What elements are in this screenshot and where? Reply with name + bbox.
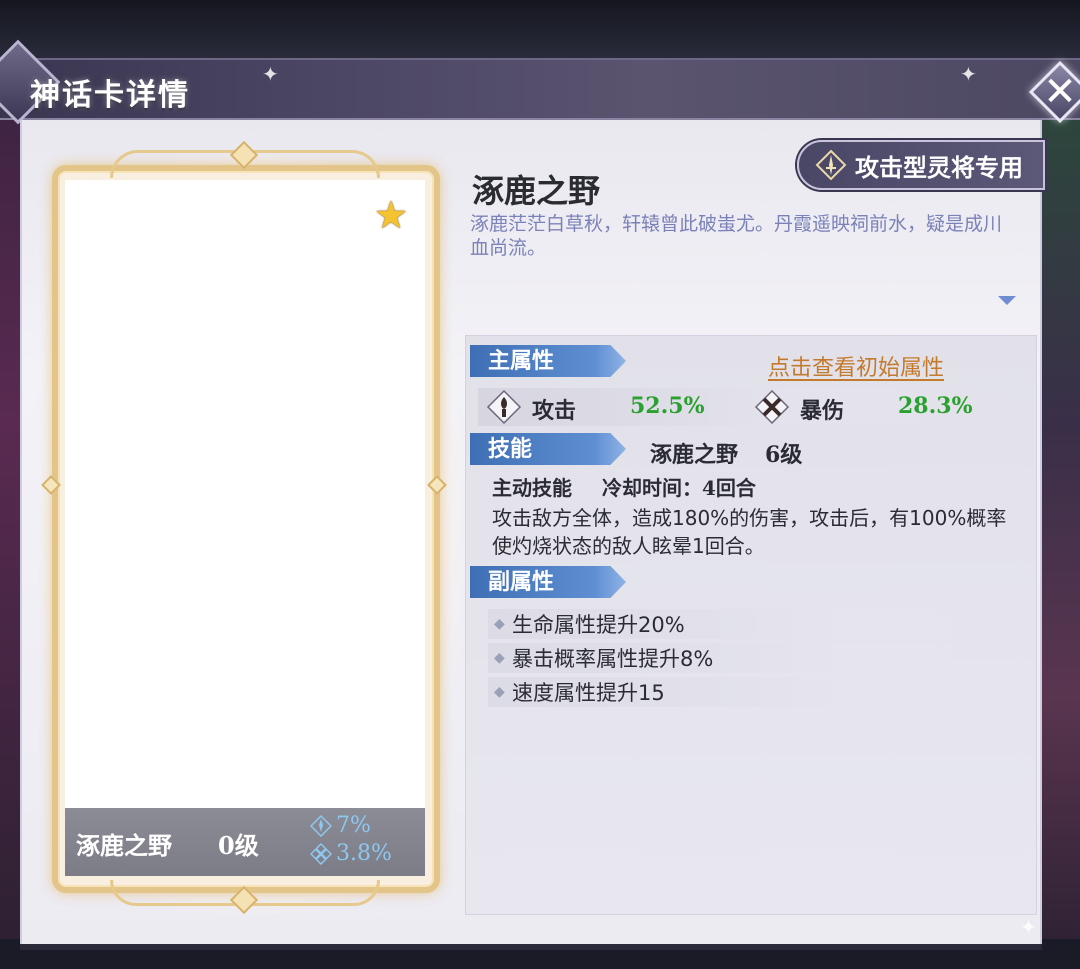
skill-name: 涿鹿之野 <box>650 442 739 468</box>
sub-attr-item: ◆ 生命属性提升20% <box>488 609 1008 639</box>
background-right <box>1040 60 1080 969</box>
close-button[interactable]: ✕ <box>1028 60 1080 124</box>
close-icon: ✕ <box>1043 69 1077 115</box>
card-stat-value: 7% <box>336 813 371 838</box>
type-badge-label: 攻击型灵将专用 <box>855 153 1023 182</box>
stat-value-attack: 52.5% <box>630 393 705 419</box>
card-stat-crit: 3.8% <box>309 841 392 866</box>
crit-damage-icon <box>752 389 792 425</box>
skill-type: 主动技能 <box>492 476 572 500</box>
skill-level: 6级 <box>765 442 803 468</box>
sub-attr-text: 暴击概率属性提升8% <box>512 647 714 671</box>
sub-attr-tag: 副属性 <box>470 566 626 598</box>
sparkle-icon: ✦ <box>262 62 279 86</box>
bullet-icon: ◆ <box>494 616 505 632</box>
card-stat-value: 3.8% <box>336 841 392 866</box>
stat-label-attack: 攻击 <box>532 398 577 424</box>
sub-attr-text: 速度属性提升15 <box>512 681 665 705</box>
skill-tag: 技能 <box>470 433 626 465</box>
attack-icon <box>309 814 333 837</box>
star-icon: ★ <box>374 193 409 237</box>
sparkle-icon: ✦ <box>960 62 977 86</box>
card-name: 涿鹿之野 <box>76 831 172 860</box>
skill-description: 攻击敌方全体，造成180%的伤害，攻击后，有100%概率使灼烧状态的敌人眩晕1回… <box>492 506 1007 558</box>
sub-attr-text: 生命属性提升20% <box>512 613 685 637</box>
item-description: 涿鹿茫茫白草秋，轩辕曾此破蚩尤。丹霞遥映祠前水，疑是成川血尚流。 <box>470 213 1003 259</box>
item-title: 涿鹿之野 <box>472 172 601 210</box>
card-stat-attack: 7% <box>309 813 371 838</box>
window-title: 神话卡详情 <box>30 78 190 113</box>
bullet-icon: ◆ <box>494 684 505 700</box>
type-badge: 攻击型灵将专用 <box>797 140 1045 190</box>
sparkle-icon: ✦ <box>1020 915 1037 939</box>
expand-arrow-icon[interactable] <box>998 296 1016 305</box>
stat-value-crit: 28.3% <box>898 393 973 419</box>
sub-attr-item: ◆ 暴击概率属性提升8% <box>488 643 1008 673</box>
main-attr-tag: 主属性 <box>470 345 626 377</box>
view-initial-attr-link[interactable]: 点击查看初始属性 <box>768 350 944 382</box>
background-top <box>0 0 1080 60</box>
card-level: 0级 <box>218 831 259 860</box>
skill-cooldown: 冷却时间：4回合 <box>602 476 756 500</box>
stat-label-crit: 暴伤 <box>800 398 845 424</box>
sword-icon <box>815 149 847 181</box>
bullet-icon: ◆ <box>494 650 505 666</box>
crit-damage-icon <box>309 842 333 865</box>
sub-attr-item: ◆ 速度属性提升15 <box>488 677 1008 707</box>
attack-icon <box>484 389 524 425</box>
card-artwork <box>65 180 425 808</box>
panel-bottom-edge <box>20 944 1042 950</box>
